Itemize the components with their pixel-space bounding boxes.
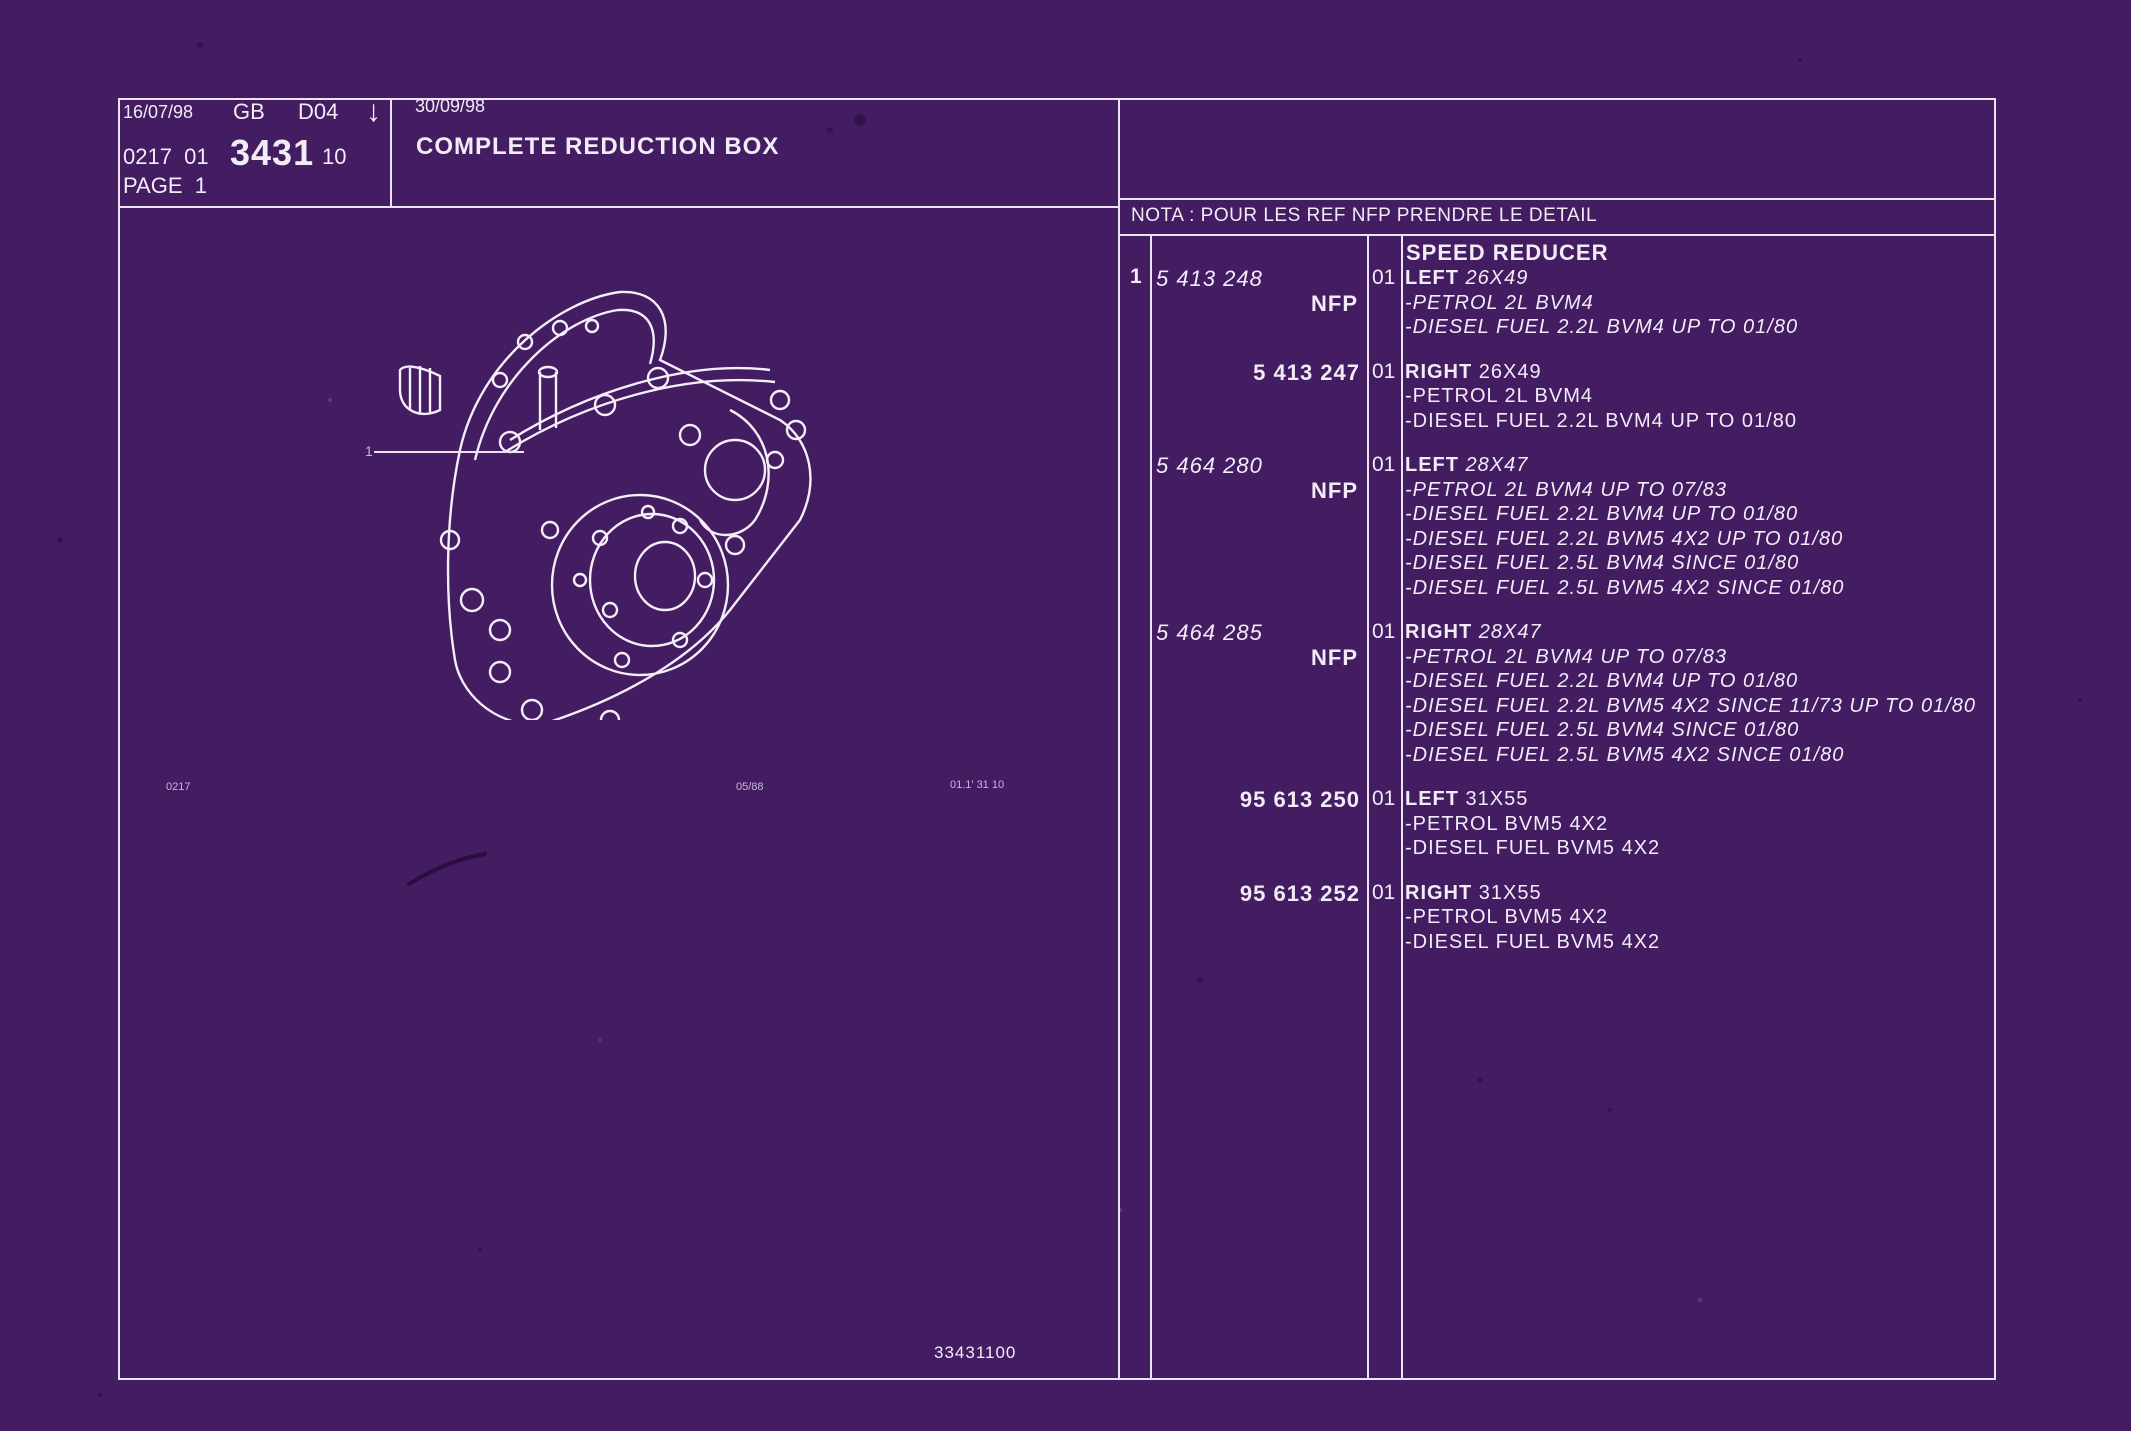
header-code: D04 — [298, 99, 339, 124]
header-divider-vertical — [390, 98, 392, 208]
part-application-line: -DIESEL FUEL 2.5L BVM4 SINCE 01/80 — [1405, 552, 1800, 574]
part-dimension: 31X55 — [1472, 881, 1542, 904]
part-side: LEFT — [1405, 454, 1459, 476]
part-application-line: -PETROL 2L BVM4 UP TO 07/83 — [1405, 478, 1727, 501]
column-line-ref — [1367, 236, 1369, 1380]
drawing-footer-mid: 05/88 — [736, 781, 764, 793]
part-application-line: -DIESEL FUEL 2.2L BVM5 4X2 SINCE 11/73 U… — [1405, 694, 1977, 717]
part-description-head: RIGHT 31X55 — [1405, 881, 1542, 906]
part-application-line: -DIESEL FUEL 2.2L BVM4 UP TO 01/80 — [1405, 316, 1799, 338]
nfp-flag: NFP — [1311, 290, 1358, 316]
part-dimension: 28X47 — [1472, 621, 1542, 643]
part-reference: 95 613 252 — [1239, 880, 1360, 906]
column-line-qty — [1401, 236, 1403, 1380]
part-application-line: -DIESEL FUEL 2.5L BVM5 4X2 SINCE 01/80 — [1405, 576, 1845, 599]
drawing-footer-left: 0217 — [166, 781, 191, 793]
part-side: RIGHT — [1405, 360, 1473, 383]
header-ref-suffix: 10 — [322, 144, 347, 169]
column-line-index — [1150, 236, 1152, 1380]
part-reference: 5 413 247 — [1253, 359, 1360, 385]
part-application-line: -PETROL 2L BVM4 — [1405, 385, 1594, 407]
part-application-line: -PETROL BVM5 4X2 — [1405, 906, 1609, 928]
part-application-line: -DIESEL FUEL 2.2L BVM4 UP TO 01/80 — [1405, 670, 1799, 692]
callout-leader-line — [374, 451, 524, 453]
part-application-line: -DIESEL FUEL 2.2L BVM4 UP TO 01/80 — [1405, 409, 1797, 432]
nota-text: NOTA : POUR LES REF NFP PRENDRE LE DETAI… — [1131, 205, 1598, 226]
part-dimension: 31X55 — [1459, 788, 1529, 810]
part-quantity: 01 — [1372, 266, 1396, 289]
header-page: PAGE 1 — [123, 173, 207, 198]
main-divider-vertical — [1118, 98, 1120, 1380]
part-application-line: -DIESEL FUEL 2.2L BVM4 UP TO 01/80 — [1405, 503, 1799, 525]
page-title: COMPLETE REDUCTION BOX — [416, 133, 780, 160]
drawing-footer-right: 01.1' 31 10 — [950, 779, 1005, 791]
part-application-line: -PETROL 2L BVM4 UP TO 07/83 — [1405, 645, 1727, 668]
header-language: GB — [233, 99, 265, 124]
section-title: SPEED REDUCER — [1406, 240, 1609, 265]
part-application-line: -DIESEL FUEL 2.2L BVM5 4X2 UP TO 01/80 — [1405, 527, 1844, 550]
header-bottom-line-left — [118, 206, 1120, 208]
part-application-line: -PETROL 2L BVM4 — [1405, 291, 1594, 314]
part-application-line: -PETROL BVM5 4X2 — [1405, 812, 1609, 835]
part-quantity: 01 — [1372, 359, 1396, 383]
part-description-head: RIGHT 26X49 — [1405, 360, 1542, 385]
reduction-box-drawing — [398, 290, 812, 720]
ink-stroke-mark — [407, 852, 487, 886]
part-application-line: -DIESEL FUEL BVM5 4X2 — [1405, 837, 1661, 859]
part-description-head: RIGHT 28X47 — [1405, 620, 1542, 645]
part-quantity: 01 — [1372, 453, 1396, 476]
part-side: RIGHT — [1405, 881, 1473, 904]
down-arrow-icon: ↓ — [366, 95, 381, 128]
part-side: LEFT — [1405, 267, 1459, 289]
callout-number: 1 — [365, 443, 373, 459]
part-side: RIGHT — [1405, 621, 1473, 643]
part-reference: 5 464 280 — [1156, 453, 1263, 478]
nfp-flag: NFP — [1311, 477, 1358, 503]
part-quantity: 01 — [1372, 880, 1396, 904]
header-date-2: 30/09/98 — [415, 96, 486, 116]
part-application-line: -DIESEL FUEL 2.5L BVM4 SINCE 01/80 — [1405, 719, 1800, 741]
part-description-head: LEFT 28X47 — [1405, 453, 1528, 478]
part-side: LEFT — [1405, 788, 1459, 810]
part-dimension: 26X49 — [1472, 360, 1542, 383]
header-ref-prefix: 0217 01 — [123, 144, 209, 169]
part-application-line: -DIESEL FUEL BVM5 4X2 — [1405, 930, 1661, 953]
header-ref-main: 3431 — [230, 132, 315, 173]
part-quantity: 01 — [1372, 787, 1396, 810]
drawing-code: 33431100 — [934, 1343, 1017, 1362]
part-description-head: LEFT 26X49 — [1405, 266, 1528, 291]
part-application-line: -DIESEL FUEL 2.5L BVM5 4X2 SINCE 01/80 — [1405, 743, 1845, 766]
part-index: 1 — [1130, 265, 1142, 288]
part-reference: 5 413 248 — [1156, 266, 1263, 291]
part-dimension: 28X47 — [1459, 454, 1529, 476]
header-date-1: 16/07/98 — [123, 102, 194, 122]
part-dimension: 26X49 — [1459, 267, 1529, 289]
part-description-head: LEFT 31X55 — [1405, 787, 1528, 812]
header-bottom-line-right — [1118, 198, 1996, 200]
part-reference: 5 464 285 — [1156, 620, 1263, 645]
nota-bottom-line — [1118, 234, 1996, 236]
nfp-flag: NFP — [1311, 644, 1358, 670]
part-quantity: 01 — [1372, 620, 1396, 643]
part-reference: 95 613 250 — [1239, 787, 1360, 812]
